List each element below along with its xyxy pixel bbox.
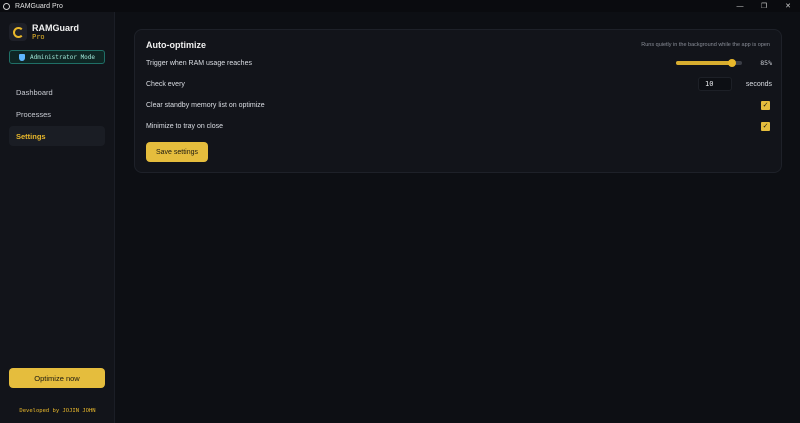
admin-mode-label: Administrator Mode bbox=[30, 53, 96, 61]
shield-icon bbox=[19, 53, 25, 61]
sidebar-item-settings[interactable]: Settings bbox=[9, 126, 105, 146]
title-bar: RAMGuard Pro — ❐ ✕ bbox=[0, 0, 800, 12]
section-title: Auto-optimize bbox=[146, 40, 206, 50]
window-controls: — ❐ ✕ bbox=[728, 0, 800, 12]
interval-input[interactable] bbox=[698, 77, 732, 91]
optimize-now-button[interactable]: Optimize now bbox=[9, 368, 105, 388]
section-hint: Runs quietly in the background while the… bbox=[641, 42, 770, 48]
interval-label: Check every bbox=[146, 80, 185, 88]
sidebar-item-dashboard[interactable]: Dashboard bbox=[9, 82, 105, 102]
sidebar: RAMGuard Pro Administrator Mode Dashboar… bbox=[0, 12, 115, 423]
save-settings-button[interactable]: Save settings bbox=[146, 142, 208, 162]
developer-credit: Developed by JOJIN JOHN bbox=[19, 408, 96, 414]
sidebar-item-processes[interactable]: Processes bbox=[9, 104, 105, 124]
trigger-slider[interactable] bbox=[676, 59, 742, 67]
maximize-button[interactable]: ❐ bbox=[752, 0, 776, 12]
clear-standby-label: Clear standby memory list on optimize bbox=[146, 101, 265, 109]
auto-optimize-card: Auto-optimize Runs quietly in the backgr… bbox=[134, 29, 782, 173]
checkmark-icon: ✓ bbox=[762, 101, 769, 109]
interval-row: Check every seconds bbox=[146, 76, 772, 92]
main-content: Auto-optimize Runs quietly in the backgr… bbox=[116, 12, 800, 423]
sidebar-nav: Dashboard Processes Settings bbox=[9, 82, 105, 148]
checkmark-icon: ✓ bbox=[762, 122, 769, 130]
trigger-label: Trigger when RAM usage reaches bbox=[146, 59, 252, 67]
close-button[interactable]: ✕ bbox=[776, 0, 800, 12]
window-title: RAMGuard Pro bbox=[15, 2, 63, 10]
minimize-button[interactable]: — bbox=[728, 0, 752, 12]
minimize-tray-label: Minimize to tray on close bbox=[146, 122, 224, 130]
slider-handle[interactable] bbox=[728, 59, 737, 67]
brand-name: RAMGuard bbox=[32, 23, 79, 33]
minimize-tray-row: Minimize to tray on close ✓ bbox=[146, 118, 772, 134]
minimize-tray-checkbox[interactable]: ✓ bbox=[761, 121, 770, 131]
trigger-value: 85% bbox=[760, 59, 772, 67]
interval-unit: seconds bbox=[745, 80, 772, 88]
slider-fill bbox=[676, 61, 733, 65]
clear-standby-checkbox[interactable]: ✓ bbox=[761, 100, 770, 110]
app-icon bbox=[3, 2, 10, 10]
admin-mode-badge: Administrator Mode bbox=[9, 50, 105, 64]
brand-edition: Pro bbox=[32, 33, 45, 41]
ring-gauge-icon bbox=[9, 23, 27, 41]
trigger-row: Trigger when RAM usage reaches 85% bbox=[146, 55, 772, 71]
brand: RAMGuard Pro bbox=[9, 23, 79, 41]
clear-standby-row: Clear standby memory list on optimize ✓ bbox=[146, 97, 772, 113]
